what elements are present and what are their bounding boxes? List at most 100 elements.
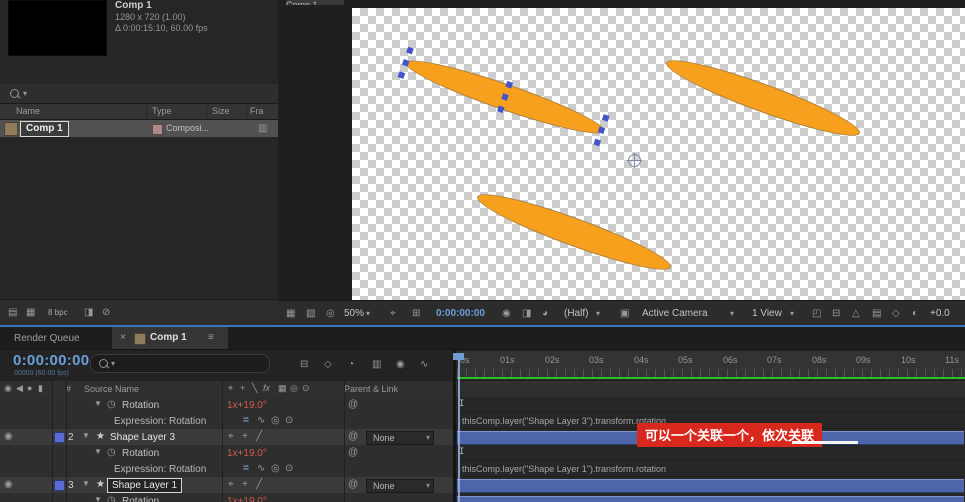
quality-switch-icon[interactable]: ╱ [256, 480, 262, 490]
selection-handle[interactable] [406, 47, 414, 55]
frame-blend-switch-icon[interactable]: ▦ [278, 384, 287, 393]
view-layout-dropdown[interactable]: 1 View [752, 308, 782, 319]
quality-switch-icon[interactable]: ╲ [252, 384, 257, 393]
show-graph-icon[interactable]: ∿ [257, 464, 265, 474]
solo-column-icon[interactable]: ● [27, 384, 32, 393]
collapse-switch-icon[interactable]: + [242, 480, 248, 490]
twirl-icon[interactable]: ▼ [94, 448, 102, 456]
expression-language-icon[interactable]: ⊙ [285, 464, 293, 474]
shape-ellipse-selected[interactable] [401, 51, 608, 144]
stopwatch-icon[interactable]: ◷ [107, 496, 116, 502]
anchor-point-icon[interactable] [628, 154, 641, 167]
region-of-interest-icon[interactable]: ▣ [620, 309, 629, 319]
stopwatch-icon[interactable]: ◷ [107, 448, 116, 458]
parent-dropdown[interactable]: None ▾ [366, 431, 434, 445]
current-time-indicator-head[interactable] [453, 353, 464, 360]
panel-menu-icon[interactable]: ≡ [208, 332, 214, 343]
trash-icon[interactable]: ⊘ [102, 308, 110, 318]
transparency-grid-icon[interactable]: ▧ [306, 309, 315, 319]
column-size[interactable]: Size [212, 106, 230, 116]
mini-flowchart-icon[interactable]: ⊟ [300, 360, 308, 370]
expression-language-icon[interactable]: ⊙ [285, 416, 293, 426]
close-icon[interactable]: × [120, 332, 126, 343]
mask-visibility-icon[interactable]: ◎ [326, 309, 335, 319]
motion-blur-icon[interactable]: ◉ [396, 360, 405, 370]
grid-options-icon[interactable]: ▦ [286, 309, 295, 319]
pixel-aspect-icon[interactable]: ⊟ [832, 309, 840, 319]
column-name[interactable]: Name [16, 106, 40, 116]
selection-handle[interactable] [593, 139, 601, 147]
current-time-indicator[interactable] [458, 353, 460, 502]
column-type[interactable]: Type [152, 106, 172, 116]
exposure-icon[interactable]: ◐ [912, 309, 918, 319]
expression-pickwhip-icon[interactable]: ◎ [271, 416, 280, 426]
show-graph-icon[interactable]: ∿ [257, 416, 265, 426]
selection-handle[interactable] [602, 114, 610, 122]
selection-handle[interactable] [398, 71, 406, 79]
property-label[interactable]: Rotation [122, 400, 159, 411]
anchor-switch-icon[interactable]: ⌖ [228, 480, 234, 490]
anchor-switch-icon[interactable]: ⌖ [228, 384, 233, 393]
property-row-rotation-2[interactable]: ▼ ◷ Rotation 1x+19.0° @ [0, 445, 455, 462]
layer-name-editing[interactable]: Shape Layer 1 [107, 478, 182, 493]
grid-icon[interactable]: ▦ [26, 308, 35, 318]
expression-text[interactable]: thisComp.layer("Shape Layer 1").transfor… [462, 464, 666, 474]
collapse-switch-icon[interactable]: + [242, 432, 248, 442]
pickwhip-icon[interactable]: @ [348, 400, 358, 410]
layer-duration-bar[interactable] [457, 479, 964, 493]
pickwhip-icon[interactable]: @ [348, 480, 358, 490]
expression-row-1[interactable]: Expression: Rotation = ∿ ◎ ⊙ [0, 413, 455, 430]
project-item-comp1[interactable]: Comp 1 Composi... ▥ [0, 120, 278, 137]
twirl-icon[interactable]: ▼ [82, 480, 90, 488]
viewer-timecode[interactable]: 0:00:00:00 [436, 308, 485, 319]
project-item-name[interactable]: Comp 1 [20, 121, 69, 137]
show-snapshot-icon[interactable]: ◨ [522, 309, 531, 319]
viewer-tab[interactable]: Comp 1 [286, 0, 344, 5]
snapshot-icon[interactable]: ◨ [84, 308, 93, 318]
bit-depth-label[interactable]: 8 bpc [48, 308, 68, 317]
stopwatch-icon[interactable]: ◷ [107, 400, 116, 410]
quality-switch-icon[interactable]: ╱ [256, 432, 262, 442]
lock-column-icon[interactable]: ▮ [38, 384, 43, 393]
enable-expression-icon[interactable]: = [243, 464, 249, 474]
chevron-down-icon[interactable]: ▾ [366, 310, 370, 318]
tab-render-queue[interactable]: Render Queue [14, 333, 80, 344]
pickwhip-icon[interactable]: @ [348, 432, 358, 442]
twirl-icon[interactable]: ▼ [94, 496, 102, 502]
property-label[interactable]: Rotation [122, 496, 159, 502]
shape-ellipse-2[interactable] [661, 50, 864, 147]
twirl-icon[interactable]: ▼ [94, 400, 102, 408]
grid-toggle-icon[interactable]: ⊞ [412, 309, 420, 319]
property-row-rotation-3[interactable]: ▼ ◷ Rotation 1x+19.0° [0, 493, 455, 502]
3d-switch-icon[interactable]: ⊙ [302, 384, 310, 393]
selection-handle[interactable] [497, 105, 505, 113]
shape-ellipse-3[interactable] [472, 184, 675, 281]
resolution-dropdown[interactable]: (Half) [564, 308, 588, 319]
current-timecode[interactable]: 0:00:00:00 [13, 352, 89, 369]
snapshot-camera-icon[interactable]: ◉ [502, 309, 511, 319]
composition-canvas[interactable] [352, 8, 965, 300]
flowchart-icon[interactable]: ◇ [892, 309, 900, 319]
graph-editor-icon[interactable]: ∿ [420, 360, 428, 370]
fx-switch-icon[interactable]: fx [263, 384, 270, 393]
anchor-switch-icon[interactable]: ⌖ [228, 432, 234, 442]
show-channels-icon[interactable]: ◕ [542, 309, 548, 319]
frame-blend-icon[interactable]: ▥ [372, 360, 381, 370]
camera-view-dropdown[interactable]: Active Camera [642, 308, 708, 319]
eye-icon[interactable]: ◉ [4, 432, 13, 442]
horizontal-scrollbar[interactable] [457, 496, 964, 502]
label-color-chip[interactable] [54, 480, 65, 491]
expression-text[interactable]: thisComp.layer("Shape Layer 3").transfor… [462, 416, 666, 426]
enable-expression-icon[interactable]: = [243, 416, 249, 426]
expression-pickwhip-icon[interactable]: ◎ [271, 464, 280, 474]
chevron-down-icon[interactable]: ▾ [790, 310, 794, 318]
parent-link-column[interactable]: Parent & Link [344, 384, 398, 394]
expression-row-2[interactable]: Expression: Rotation = ∿ ◎ ⊙ [0, 461, 455, 478]
timeline-search-field[interactable]: ▾ [90, 354, 270, 373]
audio-column-icon[interactable]: ◀ [16, 384, 23, 393]
label-color-chip[interactable] [54, 432, 65, 443]
layer-row-shape-layer-1[interactable]: ◉ 3 ▼ ★ Shape Layer 1 ⌖ + ╱ @ None ▾ [0, 477, 455, 494]
folder-icon[interactable]: ▤ [8, 308, 17, 318]
layer-name[interactable]: Shape Layer 3 [110, 432, 175, 443]
motion-blur-switch-icon[interactable]: ◎ [290, 384, 298, 393]
